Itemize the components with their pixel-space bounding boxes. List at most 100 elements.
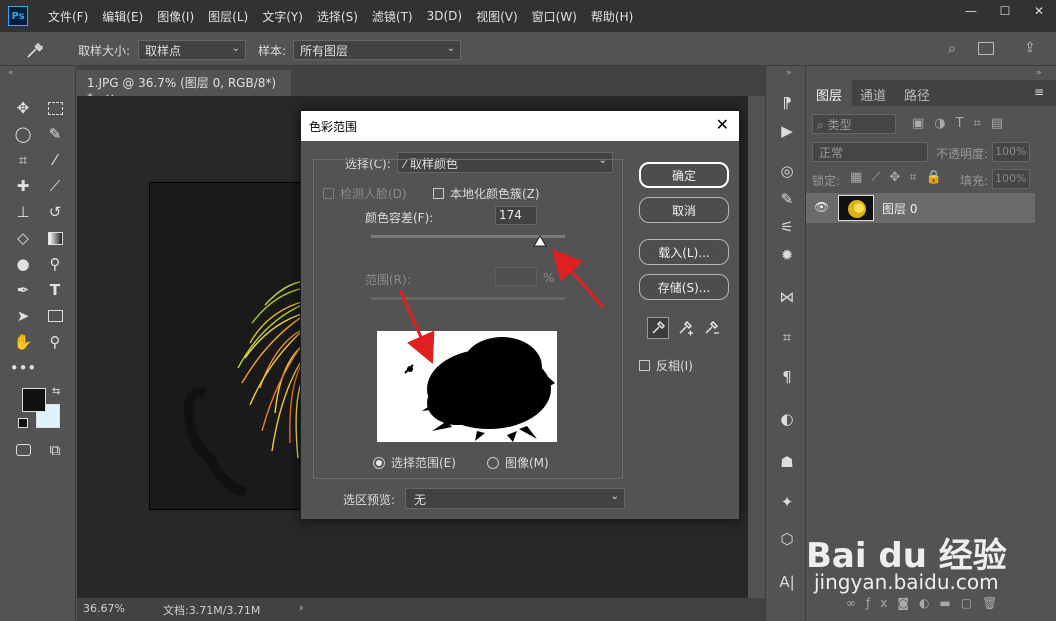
tab-channels[interactable]: 通道	[850, 80, 896, 106]
marquee-tool-icon[interactable]	[44, 97, 66, 119]
eyedropper-subtract-icon[interactable]	[701, 317, 723, 339]
hand-tool-icon[interactable]: ✋	[12, 331, 34, 353]
opacity-input[interactable]: 100%	[992, 142, 1030, 162]
move-tool-icon[interactable]: ✥	[12, 97, 34, 119]
blur-tool-icon[interactable]: ●	[12, 253, 34, 275]
localized-clusters-checkbox[interactable]: 本地化颜色簇(Z)	[433, 185, 540, 202]
fuzziness-input[interactable]: 174	[495, 206, 537, 225]
collapse-icon[interactable]: «	[8, 68, 14, 78]
layer-name[interactable]: 图层 0	[882, 200, 917, 217]
swatches-panel-icon[interactable]: ✦	[776, 491, 798, 513]
menu-edit[interactable]: 编辑(E)	[102, 8, 143, 25]
document-tab[interactable]: 1.JPG @ 36.7% (图层 0, RGB/8*) * ×	[77, 70, 291, 105]
share-icon[interactable]: ⇪	[1024, 40, 1036, 56]
close-icon[interactable]: ✕	[716, 115, 729, 134]
detect-faces-checkbox[interactable]: 检测人脸(D)	[323, 185, 407, 202]
eyedropper-tool-preset-icon[interactable]	[24, 40, 50, 60]
blend-mode-select[interactable]: 正常	[812, 142, 928, 162]
range-slider[interactable]	[371, 297, 565, 300]
adjustments-panel-icon[interactable]: ⚟	[776, 216, 798, 238]
invert-checkbox[interactable]: 反相(I)	[639, 357, 693, 374]
menu-filter[interactable]: 滤镜(T)	[372, 8, 413, 25]
menu-window[interactable]: 窗口(W)	[532, 8, 577, 25]
range-input[interactable]	[495, 267, 537, 286]
menu-view[interactable]: 视图(V)	[476, 8, 518, 25]
radio-image[interactable]: 图像(M)	[487, 454, 549, 471]
save-button[interactable]: 存储(S)...	[639, 274, 729, 300]
menu-layer[interactable]: 图层(L)	[208, 8, 248, 25]
workspace-icon[interactable]	[978, 42, 994, 55]
document-canvas-image[interactable]	[149, 182, 309, 510]
panel-menu-icon[interactable]: ≡	[1034, 85, 1044, 99]
swap-colors-icon[interactable]: ⇆	[52, 386, 60, 397]
radio-selection[interactable]: 选择范围(E)	[373, 454, 456, 471]
eraser-tool-icon[interactable]: ◇	[12, 227, 34, 249]
selection-preview[interactable]	[377, 331, 557, 442]
zoom-tool-icon[interactable]: ⚲	[44, 331, 66, 353]
clone-source-panel-icon[interactable]: ✹	[776, 244, 798, 266]
sample-select[interactable]: 所有图层 ⌄	[293, 40, 461, 60]
3d-panel-icon[interactable]: ⬡	[776, 528, 798, 550]
eyedropper-sample-icon[interactable]	[647, 317, 669, 339]
lasso-tool-icon[interactable]: ◯	[12, 123, 34, 145]
menu-select[interactable]: 选择(S)	[317, 8, 358, 25]
tab-paths[interactable]: 路径	[894, 80, 940, 106]
type-tool-icon[interactable]: T	[44, 279, 66, 301]
eyedropper-tool-icon[interactable]: ⁄	[44, 149, 66, 171]
chevron-right-icon[interactable]: ›	[299, 601, 303, 614]
path-select-tool-icon[interactable]: ➤	[12, 305, 34, 327]
navigator-panel-icon[interactable]: ⋈	[776, 286, 798, 308]
sample-size-select[interactable]: 取样点 ⌄	[138, 40, 246, 60]
menu-type[interactable]: 文字(Y)	[262, 8, 303, 25]
visibility-eye-icon[interactable]: 👁	[814, 200, 829, 214]
menu-image[interactable]: 图像(I)	[157, 8, 194, 25]
minimize-button[interactable]: —	[954, 0, 988, 22]
load-button[interactable]: 载入(L)...	[639, 239, 729, 265]
dodge-tool-icon[interactable]: ⚲	[44, 253, 66, 275]
crop-panel-icon[interactable]: ⌗	[776, 326, 798, 348]
preview-select[interactable]: 无 ⌄	[405, 488, 625, 509]
menu-help[interactable]: 帮助(H)	[591, 8, 633, 25]
actions-panel-icon[interactable]: ▶	[776, 120, 798, 142]
layer-row[interactable]: 👁 图层 0	[806, 193, 1035, 223]
zoom-level[interactable]: 36.67%	[83, 602, 125, 615]
more-tools-icon[interactable]: •••	[10, 357, 37, 379]
filter-icons[interactable]: ▣◑T⌗▤	[912, 116, 1013, 131]
lock-icons[interactable]: ▦⟋✥⌗🔒	[850, 170, 951, 185]
close-window-button[interactable]: ✕	[1022, 0, 1056, 22]
foreground-color-swatch[interactable]	[22, 388, 46, 412]
menu-3d[interactable]: 3D(D)	[427, 9, 462, 23]
layer-filter-select[interactable]: ⌕ 类型	[812, 114, 896, 134]
search-icon[interactable]: ⌕	[948, 41, 956, 57]
rectangle-tool-icon[interactable]	[44, 305, 66, 327]
eyedropper-add-icon[interactable]	[675, 317, 697, 339]
quick-mask-icon[interactable]	[12, 439, 34, 461]
collapse-icon[interactable]: »	[1036, 68, 1042, 78]
tab-layers[interactable]: 图层	[806, 80, 853, 106]
paragraph-panel-icon[interactable]: ¶	[776, 366, 798, 388]
brush-tool-icon[interactable]: ⟋	[44, 175, 66, 197]
character-panel-icon[interactable]: A|	[776, 571, 798, 593]
quick-select-tool-icon[interactable]: ✎	[44, 123, 66, 145]
default-colors-icon[interactable]	[18, 418, 28, 428]
screen-mode-icon[interactable]: ⧉	[44, 439, 66, 461]
fill-input[interactable]: 100%	[992, 169, 1030, 189]
ok-button[interactable]: 确定	[639, 162, 729, 188]
clone-stamp-tool-icon[interactable]: ⊥	[12, 201, 34, 223]
healing-brush-tool-icon[interactable]: ✚	[12, 175, 34, 197]
menu-file[interactable]: 文件(F)	[48, 8, 88, 25]
crop-tool-icon[interactable]: ⌗	[12, 149, 34, 171]
history-brush-tool-icon[interactable]: ↺	[44, 201, 66, 223]
styles-panel-icon[interactable]: ◐	[776, 408, 798, 430]
restore-button[interactable]: ☐	[988, 0, 1022, 22]
color-panel-icon[interactable]: ◎	[776, 160, 798, 182]
cancel-button[interactable]: 取消	[639, 197, 729, 223]
gradient-tool-icon[interactable]	[44, 227, 66, 249]
brushes-panel-icon[interactable]: ✎	[776, 188, 798, 210]
checkbox-box	[639, 360, 650, 371]
notes-panel-icon[interactable]: ☗	[776, 451, 798, 473]
pen-tool-icon[interactable]: ✒	[12, 279, 34, 301]
collapse-icon[interactable]: »	[786, 68, 792, 78]
history-panel-icon[interactable]: ⁋	[776, 92, 798, 114]
fuzziness-slider[interactable]	[371, 235, 565, 247]
